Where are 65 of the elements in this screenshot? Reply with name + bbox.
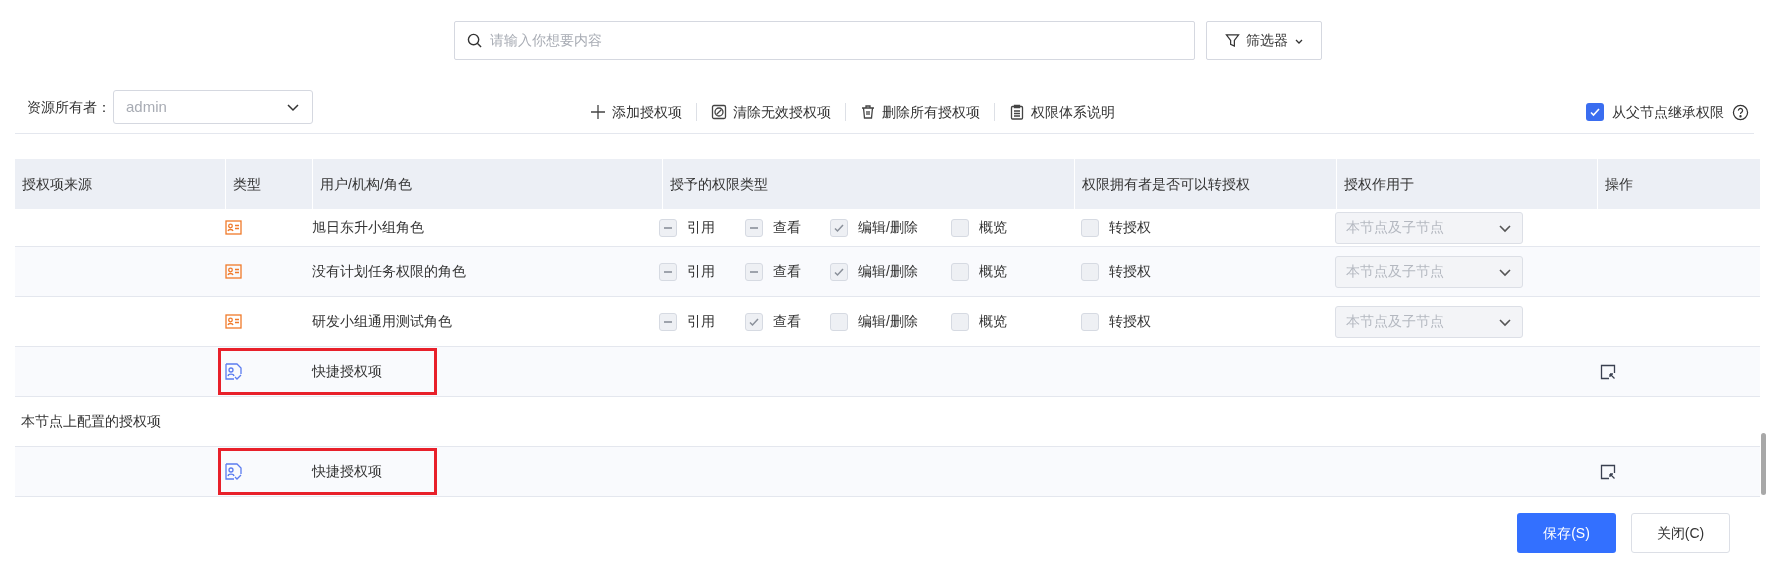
owner-label: 资源所有者： (27, 97, 111, 117)
toolbar-button[interactable]: 删除所有授权项 (860, 101, 980, 123)
role-name: 没有计划任务权限的角色 (312, 262, 466, 281)
search-input[interactable]: 请输入你想要内容 (490, 30, 1182, 51)
id-card-icon (225, 220, 242, 235)
permission-label: 编辑/删除 (858, 218, 918, 237)
clipboard-icon (1009, 104, 1025, 120)
help-icon[interactable] (1732, 103, 1749, 121)
funnel-icon (1224, 33, 1240, 48)
checkbox[interactable] (830, 218, 848, 237)
permission-label: 查看 (773, 312, 801, 331)
checkbox[interactable] (745, 262, 763, 281)
permission-label: 引用 (687, 262, 715, 281)
permission-label: 概览 (979, 262, 1007, 281)
scrollbar[interactable] (1761, 433, 1766, 495)
check-icon (1589, 106, 1601, 118)
permission-label: 编辑/删除 (858, 312, 918, 331)
checkbox[interactable] (659, 262, 677, 281)
checkbox[interactable] (1081, 218, 1099, 237)
permission-label: 引用 (687, 218, 715, 237)
plus-icon (590, 104, 606, 120)
column-header: 授权项来源 (21, 174, 93, 194)
close-button[interactable]: 关闭(C) (1631, 513, 1730, 553)
permission-label: 引用 (687, 312, 715, 331)
checkbox[interactable] (830, 312, 848, 331)
inherit-label: 从父节点继承权限 (1612, 102, 1724, 122)
permission-label: 编辑/删除 (858, 262, 918, 281)
permission-label: 查看 (773, 218, 801, 237)
toolbar-button[interactable]: 权限体系说明 (1009, 101, 1115, 123)
checkbox[interactable] (745, 218, 763, 237)
role-name: 旭日东升小组角色 (312, 218, 424, 237)
role-name: 快捷授权项 (312, 462, 382, 481)
checkbox[interactable] (659, 218, 677, 237)
permission-label: 概览 (979, 218, 1007, 237)
checkbox[interactable] (745, 312, 763, 331)
permission-label: 转授权 (1109, 262, 1151, 281)
permission-label: 查看 (773, 262, 801, 281)
id-card-icon (225, 264, 242, 279)
section-label: 本节点上配置的授权项 (20, 412, 161, 431)
checkbox[interactable] (951, 262, 969, 281)
edit-icon[interactable] (1600, 363, 1616, 380)
save-button[interactable]: 保存(S) (1517, 513, 1616, 553)
toolbar-button[interactable]: 清除无效授权项 (711, 101, 831, 123)
trash-icon (860, 104, 876, 120)
checkbox[interactable] (951, 312, 969, 331)
role-name: 研发小组通用测试角色 (312, 312, 452, 331)
checkbox[interactable] (659, 312, 677, 331)
permission-label: 转授权 (1109, 312, 1151, 331)
edit-icon[interactable] (1600, 463, 1616, 480)
user-document-icon (225, 362, 242, 381)
permission-label: 概览 (979, 312, 1007, 331)
search-icon (467, 33, 482, 48)
checkbox[interactable] (951, 218, 969, 237)
checkbox[interactable] (1081, 312, 1099, 331)
checkbox[interactable] (1081, 262, 1099, 281)
block-icon (711, 104, 727, 120)
checkbox[interactable] (830, 262, 848, 281)
permission-label: 转授权 (1109, 218, 1151, 237)
inherit-checkbox[interactable] (1586, 103, 1604, 121)
role-name: 快捷授权项 (312, 362, 382, 381)
toolbar-button[interactable]: 添加授权项 (590, 101, 682, 123)
filter-button[interactable]: 筛选器 (1206, 21, 1322, 60)
search-field[interactable]: 请输入你想要内容 (454, 21, 1195, 60)
id-card-icon (225, 314, 242, 329)
user-document-icon (225, 462, 242, 481)
